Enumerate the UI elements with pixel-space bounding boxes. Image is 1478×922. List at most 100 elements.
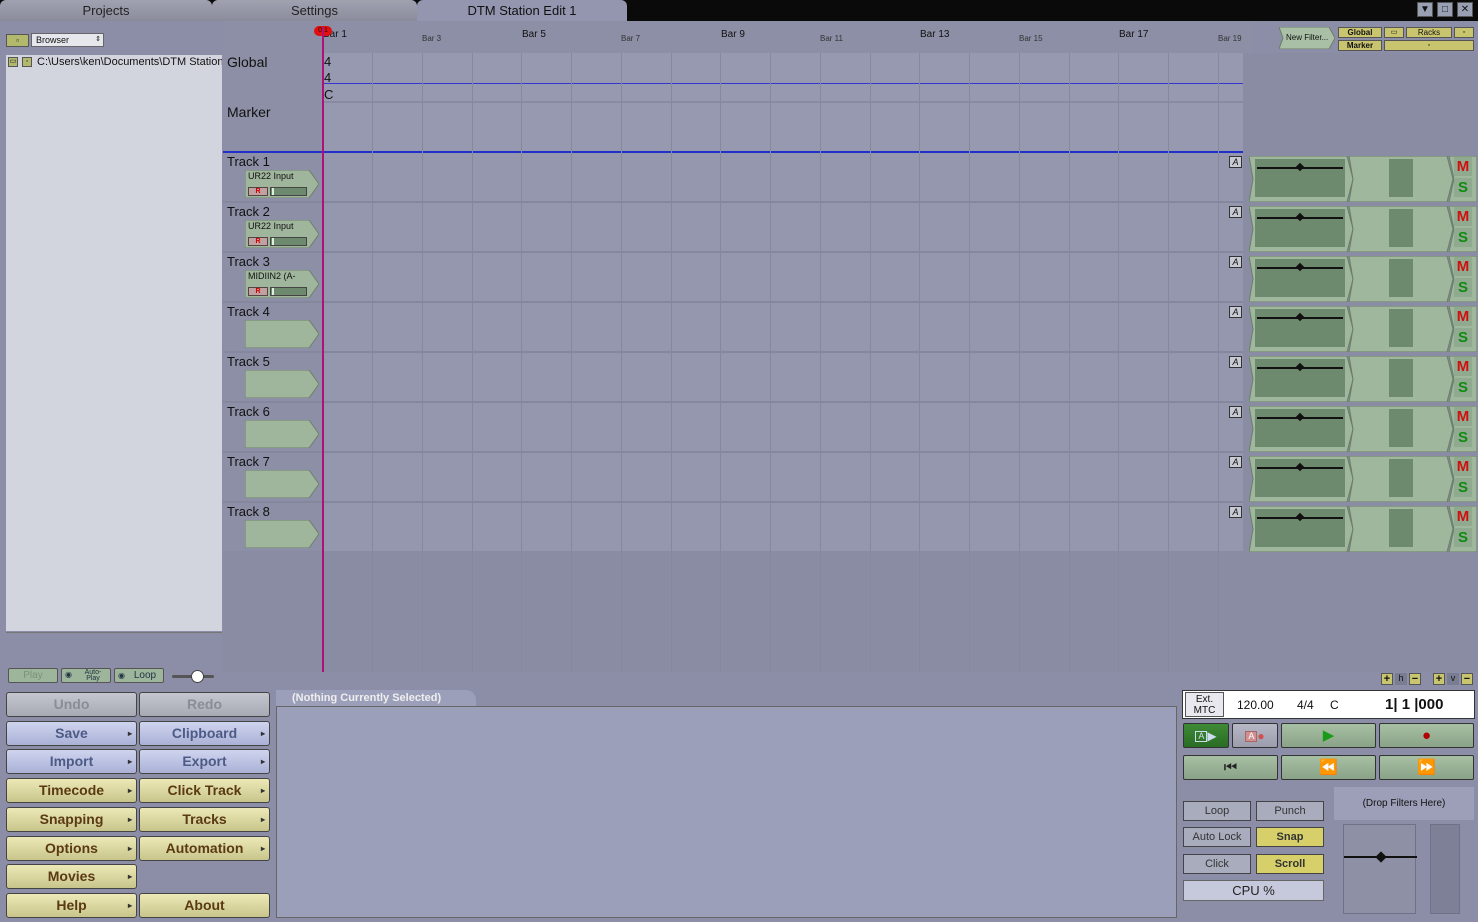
- timeline-ruler[interactable]: Bar 1 Bar 3 Bar 5 Bar 7 Bar 9 Bar 11 Bar…: [223, 21, 1253, 53]
- rewind-button[interactable]: ⏪: [1281, 755, 1376, 780]
- track-name[interactable]: Track 4: [227, 304, 270, 319]
- automation-button[interactable]: A: [1229, 156, 1242, 168]
- preview-volume-slider[interactable]: [172, 670, 214, 683]
- automation-button[interactable]: A: [1229, 256, 1242, 268]
- timecode-button[interactable]: Timecode ▸: [6, 778, 137, 803]
- tempo-display[interactable]: 120.00: [1237, 698, 1274, 712]
- about-button[interactable]: About: [139, 893, 270, 918]
- solo-button[interactable]: S: [1454, 328, 1472, 347]
- close-button[interactable]: ✕: [1457, 2, 1473, 17]
- playhead-line[interactable]: [322, 27, 324, 672]
- mute-button[interactable]: M: [1454, 307, 1472, 326]
- record-arm-button[interactable]: R: [248, 237, 268, 246]
- track-name[interactable]: Track 7: [227, 454, 270, 469]
- mute-button[interactable]: M: [1454, 157, 1472, 176]
- mute-button[interactable]: M: [1454, 507, 1472, 526]
- zoom-v-plus-button[interactable]: +: [1433, 673, 1445, 685]
- track-input-selector[interactable]: [245, 520, 319, 548]
- record-arm-button[interactable]: R: [248, 187, 268, 196]
- track-input-selector[interactable]: [245, 420, 319, 448]
- automation-button[interactable]: A: [1229, 456, 1242, 468]
- automation-button[interactable]: A: [1229, 306, 1242, 318]
- redo-button[interactable]: Redo: [139, 692, 270, 717]
- track-name[interactable]: Track 1: [227, 154, 270, 169]
- folder-icon[interactable]: ▭: [8, 57, 18, 67]
- mute-button[interactable]: M: [1454, 357, 1472, 376]
- track-input-selector[interactable]: [245, 370, 319, 398]
- automation-button[interactable]: A: [1229, 406, 1242, 418]
- scroll-toggle-button[interactable]: Scroll: [1256, 854, 1324, 874]
- click-track-button[interactable]: Click Track ▸: [139, 778, 270, 803]
- punch-toggle-button[interactable]: Punch: [1256, 801, 1324, 821]
- racks-expand-icon[interactable]: ▫: [1384, 40, 1474, 51]
- solo-button[interactable]: S: [1454, 378, 1472, 397]
- tab-settings[interactable]: Settings: [212, 0, 417, 21]
- solo-button[interactable]: S: [1454, 278, 1472, 297]
- zoom-h-plus-button[interactable]: +: [1381, 673, 1393, 685]
- window-icon[interactable]: ▭: [1384, 27, 1404, 38]
- track-input-selector[interactable]: UR22 Input R: [245, 170, 319, 198]
- record-button[interactable]: ●: [1379, 723, 1474, 748]
- racks-toggle-icon[interactable]: ▫: [1454, 27, 1474, 38]
- import-button[interactable]: Import ▸: [6, 749, 137, 774]
- clipboard-button[interactable]: Clipboard ▸: [139, 721, 270, 746]
- browser-file-list[interactable]: [6, 70, 222, 631]
- loop-toggle-button[interactable]: Loop: [1183, 801, 1251, 821]
- solo-button[interactable]: S: [1454, 478, 1472, 497]
- auto-play-button[interactable]: ◉ Auto-Play: [61, 668, 111, 683]
- minimize-button[interactable]: ▼: [1417, 2, 1433, 17]
- track-input-selector[interactable]: MIDIIN2 (A- R: [245, 270, 319, 298]
- track-name[interactable]: Track 6: [227, 404, 270, 419]
- ext-mtc-button[interactable]: Ext. MTC: [1185, 692, 1224, 717]
- tracks-button[interactable]: Tracks ▸: [139, 807, 270, 832]
- browser-toggle-button[interactable]: ▫: [6, 34, 29, 47]
- tab-projects[interactable]: Projects: [0, 0, 212, 21]
- mute-button[interactable]: M: [1454, 207, 1472, 226]
- drop-filters-zone[interactable]: (Drop Filters Here): [1334, 787, 1474, 820]
- global-view-button[interactable]: Global: [1338, 27, 1382, 38]
- preview-loop-button[interactable]: ◉ Loop: [114, 668, 164, 683]
- options-button[interactable]: Options ▸: [6, 836, 137, 861]
- automation-button[interactable]: A: [1229, 206, 1242, 218]
- help-button[interactable]: Help ▸: [6, 893, 137, 918]
- tab-dtm-station-edit[interactable]: DTM Station Edit 1: [417, 0, 627, 21]
- solo-button[interactable]: S: [1454, 228, 1472, 247]
- mute-button[interactable]: M: [1454, 257, 1472, 276]
- automation-button[interactable]: A: [1229, 356, 1242, 368]
- track-name[interactable]: Track 8: [227, 504, 270, 519]
- new-filter-button[interactable]: New Filter...: [1279, 27, 1335, 49]
- play-button[interactable]: ▶: [1281, 723, 1376, 748]
- undo-button[interactable]: Undo: [6, 692, 137, 717]
- record-arm-button[interactable]: R: [248, 287, 268, 296]
- track-name[interactable]: Track 5: [227, 354, 270, 369]
- master-volume-handle[interactable]: [1375, 851, 1387, 863]
- slider-thumb[interactable]: [191, 670, 204, 683]
- folder-up-icon[interactable]: ◦: [22, 57, 32, 67]
- auto-lock-toggle-button[interactable]: Auto Lock: [1183, 827, 1251, 847]
- snapping-button[interactable]: Snapping ▸: [6, 807, 137, 832]
- mute-button[interactable]: M: [1454, 457, 1472, 476]
- solo-button[interactable]: S: [1454, 528, 1472, 547]
- zoom-h-minus-button[interactable]: −: [1409, 673, 1421, 685]
- track-name[interactable]: Track 3: [227, 254, 270, 269]
- automation-button[interactable]: Automation ▸: [139, 836, 270, 861]
- export-button[interactable]: Export ▸: [139, 749, 270, 774]
- solo-button[interactable]: S: [1454, 178, 1472, 197]
- mute-button[interactable]: M: [1454, 407, 1472, 426]
- solo-button[interactable]: S: [1454, 428, 1472, 447]
- marker-view-button[interactable]: Marker: [1338, 40, 1382, 51]
- return-to-start-button[interactable]: ⏮: [1183, 755, 1278, 780]
- fast-forward-button[interactable]: ⏩: [1379, 755, 1474, 780]
- movies-button[interactable]: Movies ▸: [6, 864, 137, 889]
- auto-play-transport-button[interactable]: A ▶: [1183, 723, 1229, 748]
- preview-play-button[interactable]: Play: [8, 668, 58, 683]
- key-display[interactable]: C: [1330, 698, 1339, 712]
- track-input-selector[interactable]: UR22 Input R: [245, 220, 319, 248]
- track-input-selector[interactable]: [245, 320, 319, 348]
- position-display[interactable]: 1| 1 |000: [1385, 696, 1443, 713]
- global-marker-lane[interactable]: [323, 53, 1243, 153]
- master-volume-area[interactable]: [1343, 824, 1417, 914]
- track-name[interactable]: Track 2: [227, 204, 270, 219]
- snap-toggle-button[interactable]: Snap: [1256, 827, 1324, 847]
- time-signature-display[interactable]: 4/4: [1297, 698, 1314, 712]
